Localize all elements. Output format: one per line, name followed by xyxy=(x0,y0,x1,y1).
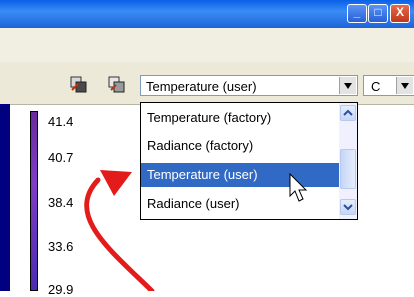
annotation-overlay xyxy=(84,170,308,291)
mouse-cursor-icon xyxy=(289,172,308,202)
annotation-arrowhead xyxy=(100,170,132,196)
annotation-arrow xyxy=(84,177,155,291)
